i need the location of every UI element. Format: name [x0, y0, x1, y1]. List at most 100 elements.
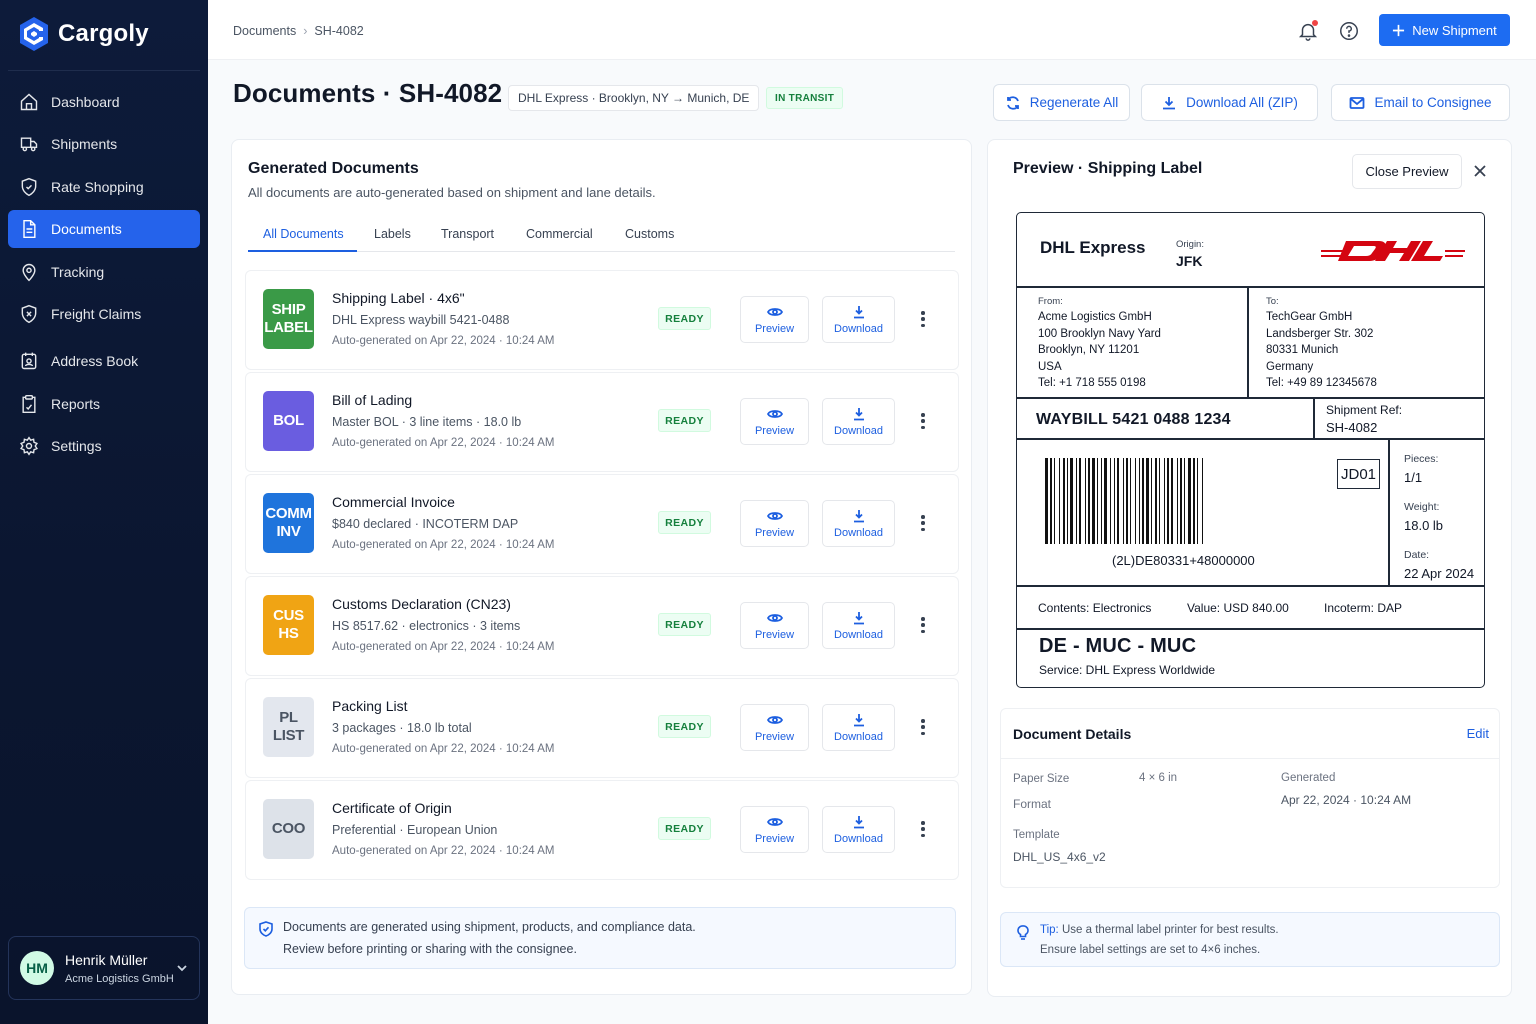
- barcode-bar: [1202, 458, 1203, 544]
- email-consignee-button[interactable]: Email to Consignee: [1331, 84, 1510, 121]
- breadcrumb-documents[interactable]: Documents: [233, 24, 296, 38]
- edit-details-link[interactable]: Edit: [1467, 726, 1489, 741]
- download-button[interactable]: Download: [822, 500, 895, 547]
- generated-label: Generated: [1281, 772, 1336, 784]
- lightbulb-icon: [1017, 925, 1029, 940]
- panel-title: Generated Documents: [248, 160, 419, 177]
- truck-icon: [20, 137, 38, 152]
- sidebar-item-rate-shopping[interactable]: Rate Shopping: [8, 168, 200, 206]
- more-options-icon[interactable]: [916, 411, 930, 431]
- more-options-icon[interactable]: [916, 819, 930, 839]
- preview-title: Preview · Shipping Label: [1013, 160, 1203, 177]
- tab-commercial[interactable]: Commercial: [526, 227, 593, 252]
- preview-button[interactable]: Preview: [740, 704, 809, 751]
- status-badge: READY: [658, 409, 711, 432]
- help-icon: [1340, 22, 1358, 40]
- sidebar-item-reports[interactable]: Reports: [8, 385, 200, 423]
- download-button[interactable]: Download: [822, 296, 895, 343]
- barcode-bar: [1171, 458, 1173, 544]
- new-shipment-button[interactable]: New Shipment: [1379, 14, 1510, 46]
- shipping-label-preview: DHL Express Origin: JFK From: Acme Logis…: [1016, 212, 1485, 688]
- sidebar-item-shipments[interactable]: Shipments: [8, 125, 200, 163]
- user-menu[interactable]: HM Henrik Müller Acme Logistics GmbH: [8, 936, 200, 1000]
- tab-labels[interactable]: Labels: [374, 227, 411, 252]
- download-label: Download: [834, 832, 883, 845]
- document-row[interactable]: CUS HS Customs Declaration (CN23) HS 8517.…: [245, 576, 959, 676]
- sidebar-item-dashboard[interactable]: Dashboard: [8, 83, 200, 121]
- eye-icon: [766, 307, 783, 316]
- download-icon: [853, 815, 864, 828]
- sidebar-item-address-book[interactable]: Address Book: [8, 342, 200, 380]
- close-icon[interactable]: [1473, 164, 1487, 178]
- document-meta: Preferential · European Union: [332, 823, 498, 837]
- paper-size-label: Paper Size: [1013, 773, 1070, 785]
- barcode-bar: [1130, 458, 1131, 544]
- download-label: Download: [834, 526, 883, 539]
- document-row[interactable]: COMM INV Commercial Invoice $840 declared …: [245, 474, 959, 574]
- preview-button[interactable]: Preview: [740, 500, 809, 547]
- more-options-icon[interactable]: [916, 309, 930, 329]
- download-label: Download: [834, 730, 883, 743]
- preview-button[interactable]: Preview: [740, 296, 809, 343]
- barcode-bar: [1151, 458, 1152, 544]
- document-row[interactable]: SHIP LABEL Shipping Label · 4x6" DHL Expre…: [245, 270, 959, 370]
- tab-customs[interactable]: Customs: [625, 227, 674, 252]
- download-button[interactable]: Download: [822, 398, 895, 445]
- label-divider: [1017, 438, 1484, 440]
- document-meta: 3 packages · 18.0 lb total: [332, 721, 472, 735]
- to-line: Germany: [1266, 360, 1314, 373]
- status-badge: READY: [658, 307, 711, 330]
- document-row[interactable]: COO Certificate of Origin Preferential · E…: [245, 780, 959, 880]
- document-title: Packing List: [332, 698, 408, 714]
- tab-all-documents[interactable]: All Documents: [263, 227, 344, 252]
- download-button[interactable]: Download: [822, 602, 895, 649]
- barcode-bar: [1180, 458, 1182, 544]
- eye-icon: [766, 613, 783, 622]
- notifications-button[interactable]: [1297, 20, 1319, 42]
- download-all-label: Download All (ZIP): [1186, 95, 1298, 110]
- document-type-badge: BOL: [263, 391, 314, 451]
- sidebar-item-freight-claims[interactable]: Freight Claims: [8, 295, 200, 333]
- email-consignee-label: Email to Consignee: [1374, 95, 1492, 110]
- document-row[interactable]: PL LIST Packing List 3 packages · 18.0 lb …: [245, 678, 959, 778]
- preview-button[interactable]: Preview: [740, 602, 809, 649]
- mail-icon: [1350, 96, 1365, 109]
- download-all-button[interactable]: Download All (ZIP): [1141, 84, 1318, 121]
- sidebar-divider: [8, 70, 200, 71]
- help-button[interactable]: [1338, 20, 1360, 42]
- notification-dot: [1312, 20, 1318, 26]
- preview-button[interactable]: Preview: [740, 806, 809, 853]
- document-meta: $840 declared · INCOTERM DAP: [332, 517, 519, 531]
- plus-icon: [1393, 24, 1405, 36]
- download-button[interactable]: Download: [822, 806, 895, 853]
- document-type-badge: COMM INV: [263, 493, 314, 553]
- download-button[interactable]: Download: [822, 704, 895, 751]
- barcode-text: (2L)DE80331+48000000: [1112, 553, 1255, 568]
- brand[interactable]: Cargoly: [18, 16, 149, 52]
- document-row[interactable]: BOL Bill of Lading Master BOL · 3 line ite…: [245, 372, 959, 472]
- sidebar-item-documents[interactable]: Documents: [8, 210, 200, 248]
- document-type-badge: PL LIST: [263, 697, 314, 757]
- document-generated: Auto-generated on Apr 22, 2024 · 10:24 A…: [332, 539, 555, 551]
- document-meta: DHL Express waybill 5421-0488: [332, 313, 510, 327]
- status-badge: READY: [658, 817, 711, 840]
- label-date: 22 Apr 2024: [1404, 566, 1475, 581]
- sidebar-item-tracking[interactable]: Tracking: [8, 253, 200, 291]
- preview-button[interactable]: Preview: [740, 398, 809, 445]
- label-to-address: TechGear GmbH Landsberger Str. 302 80331…: [1266, 309, 1377, 392]
- more-options-icon[interactable]: [916, 513, 930, 533]
- document-generated: Auto-generated on Apr 22, 2024 · 10:24 A…: [332, 641, 555, 653]
- brand-name: Cargoly: [58, 20, 149, 47]
- tab-transport[interactable]: Transport: [441, 227, 494, 252]
- more-options-icon[interactable]: [916, 717, 930, 737]
- download-icon: [853, 305, 864, 318]
- eye-icon: [766, 409, 783, 418]
- regenerate-all-button[interactable]: Regenerate All: [993, 84, 1130, 121]
- sidebar-item-label: Documents: [51, 221, 122, 237]
- close-preview-button[interactable]: Close Preview: [1352, 154, 1462, 189]
- barcode-bar: [1097, 458, 1098, 544]
- sidebar-item-settings[interactable]: Settings: [8, 427, 200, 465]
- document-generated: Auto-generated on Apr 22, 2024 · 10:24 A…: [332, 437, 555, 449]
- more-options-icon[interactable]: [916, 615, 930, 635]
- sidebar: Cargoly Dashboard Shipments Rate Shoppin…: [0, 0, 208, 1024]
